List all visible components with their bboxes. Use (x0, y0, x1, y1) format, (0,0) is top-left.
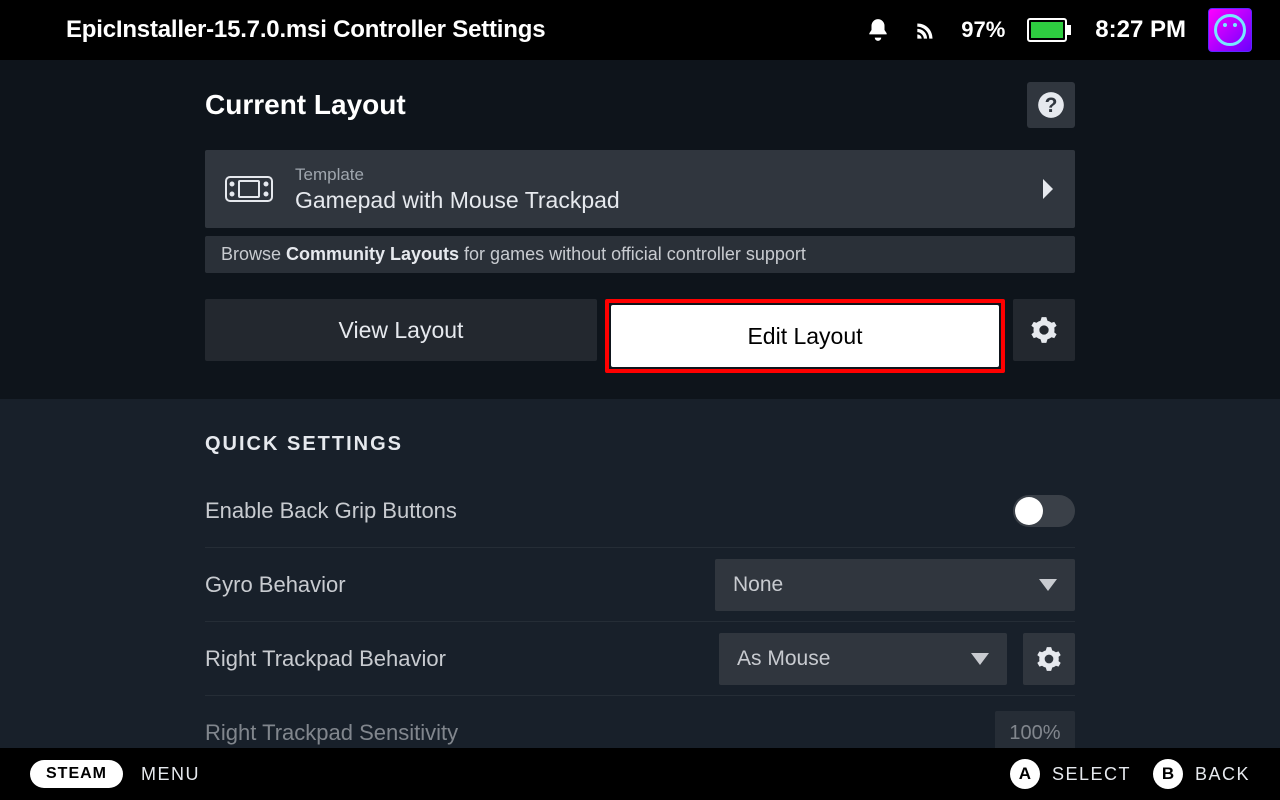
edit-layout-highlight: Edit Layout (605, 299, 1005, 373)
top-status-bar: EpicInstaller-15.7.0.msi Controller Sett… (0, 0, 1280, 60)
gyro-label: Gyro Behavior (205, 572, 346, 598)
clock: 8:27 PM (1095, 16, 1186, 44)
community-layouts-bar[interactable]: Browse Community Layouts for games witho… (205, 236, 1075, 273)
gyro-dropdown[interactable]: None (715, 559, 1075, 611)
battery-percent: 97% (961, 17, 1005, 43)
community-prefix: Browse (221, 244, 286, 264)
select-label: SELECT (1052, 764, 1131, 785)
layout-gear-button[interactable] (1013, 299, 1075, 361)
battery-icon (1027, 17, 1073, 43)
status-tray: 97% 8:27 PM (865, 8, 1252, 52)
community-bold: Community Layouts (286, 244, 459, 264)
a-glyph-icon: A (1010, 759, 1040, 789)
wifi-icon[interactable] (913, 17, 939, 43)
gyro-value: None (733, 573, 783, 597)
sensitivity-row: Right Trackpad Sensitivity 100% (205, 696, 1075, 748)
bottom-bar: STEAM MENU A SELECT B BACK (0, 748, 1280, 800)
view-layout-label: View Layout (339, 317, 464, 344)
back-grip-toggle[interactable] (1013, 495, 1075, 527)
view-layout-button[interactable]: View Layout (205, 299, 597, 361)
steamdeck-icon (225, 176, 273, 202)
right-trackpad-row: Right Trackpad Behavior As Mouse (205, 622, 1075, 696)
right-trackpad-gear-button[interactable] (1023, 633, 1075, 685)
svg-text:?: ? (1045, 94, 1058, 117)
back-label: BACK (1195, 764, 1250, 785)
steam-button[interactable]: STEAM (30, 760, 123, 788)
chevron-down-icon (1039, 579, 1057, 591)
sensitivity-value[interactable]: 100% (995, 711, 1075, 748)
chevron-down-icon (971, 653, 989, 665)
help-button[interactable]: ? (1027, 82, 1075, 128)
page-title: EpicInstaller-15.7.0.msi Controller Sett… (66, 16, 545, 44)
gyro-row: Gyro Behavior None (205, 548, 1075, 622)
bell-icon[interactable] (865, 17, 891, 43)
sensitivity-label: Right Trackpad Sensitivity (205, 720, 458, 746)
edit-layout-button[interactable]: Edit Layout (611, 305, 999, 367)
menu-label: MENU (141, 764, 200, 785)
community-suffix: for games without official controller su… (459, 244, 806, 264)
toggle-knob (1015, 497, 1043, 525)
back-hint: B BACK (1153, 759, 1250, 789)
edit-layout-label: Edit Layout (747, 323, 862, 350)
select-hint: A SELECT (1010, 759, 1131, 789)
right-trackpad-value: As Mouse (737, 647, 830, 671)
right-trackpad-label: Right Trackpad Behavior (205, 646, 446, 672)
back-grip-row: Enable Back Grip Buttons (205, 474, 1075, 548)
back-grip-label: Enable Back Grip Buttons (205, 498, 457, 524)
template-name: Gamepad with Mouse Trackpad (295, 187, 1041, 214)
right-trackpad-dropdown[interactable]: As Mouse (719, 633, 1007, 685)
avatar[interactable] (1208, 8, 1252, 52)
b-glyph-icon: B (1153, 759, 1183, 789)
main-content: Current Layout ? Template Gamepad with M… (0, 60, 1280, 748)
chevron-right-icon (1041, 179, 1055, 199)
template-label: Template (295, 165, 1041, 185)
current-layout-heading: Current Layout (205, 89, 406, 121)
quick-settings-heading: QUICK SETTINGS (205, 433, 1075, 456)
template-card[interactable]: Template Gamepad with Mouse Trackpad (205, 150, 1075, 228)
